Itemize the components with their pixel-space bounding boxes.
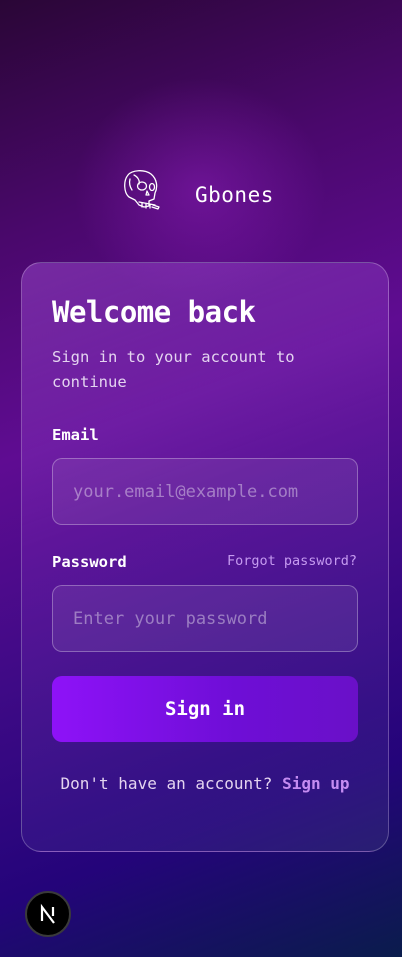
email-field-container xyxy=(52,458,358,525)
signup-prompt-text: Don't have an account? xyxy=(60,774,273,793)
email-field[interactable] xyxy=(73,481,357,502)
page-subtitle: Sign in to your account to continue xyxy=(52,348,295,391)
forgot-password-link[interactable]: Forgot password? xyxy=(227,553,357,569)
skull-icon xyxy=(124,170,160,210)
password-field[interactable] xyxy=(73,608,357,629)
login-card: Welcome back Sign in to your account to … xyxy=(21,262,389,852)
password-field-container xyxy=(52,585,358,652)
nextjs-badge-button[interactable] xyxy=(25,891,71,937)
email-label: Email xyxy=(52,426,99,444)
nextjs-icon xyxy=(40,903,55,924)
sign-in-button[interactable]: Sign in xyxy=(52,676,358,742)
signup-prompt: Don't have an account? Sign up xyxy=(52,771,358,797)
password-label: Password xyxy=(52,553,127,571)
brand-header: Gbones xyxy=(0,165,402,217)
sign-up-link[interactable]: Sign up xyxy=(282,774,349,793)
brand-name: Gbones xyxy=(195,183,274,207)
page-title: Welcome back xyxy=(52,295,256,329)
